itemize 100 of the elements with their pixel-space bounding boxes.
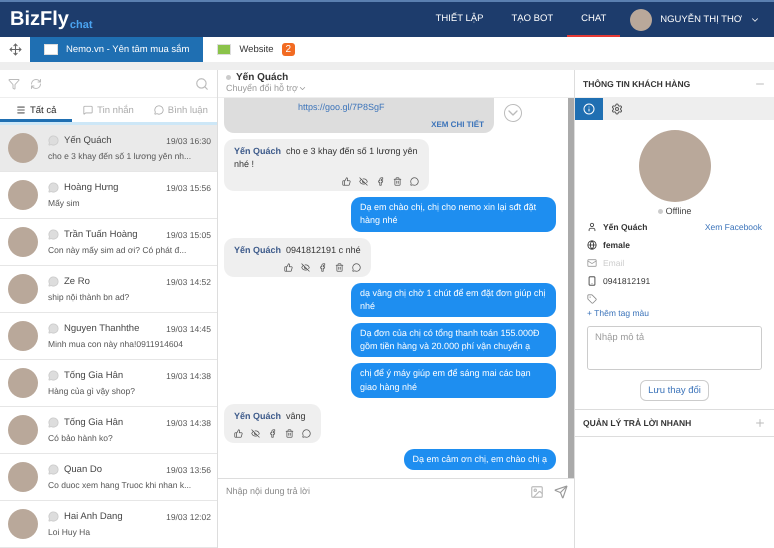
contact-name: Tống Gia Hân [64, 370, 124, 381]
message-icon [48, 370, 59, 381]
message-icon [48, 135, 59, 146]
message-icon [48, 276, 59, 287]
facebook-icon[interactable] [376, 177, 385, 186]
outgoing-message: Dạ đơn của chị có tổng thanh toán 155.000Đ gồm tiền hàng và 20.000 phí vận chuyển ạ [351, 323, 556, 358]
hide-icon[interactable] [359, 177, 368, 186]
customer-name: Yến Quách [603, 222, 648, 232]
user-name[interactable]: NGUYỄN THỊ THƠ [660, 14, 742, 25]
mail-icon [587, 258, 597, 268]
send-icon[interactable] [554, 485, 568, 499]
contact-name: Hai Anh Dang [64, 511, 124, 522]
like-icon[interactable] [342, 177, 351, 186]
message-icon [48, 323, 59, 334]
message-icon [48, 229, 59, 240]
reply-icon[interactable] [410, 177, 419, 186]
message-time: 19/03 14:38 [166, 370, 211, 380]
message-icon [48, 417, 59, 428]
status-text: Offline [658, 206, 692, 216]
count-badge: 2 [282, 43, 296, 56]
avatar-placeholder [8, 368, 38, 398]
message-icon [48, 464, 59, 475]
contact-name: Nguyen Thanhthe [64, 323, 140, 334]
user-avatar [630, 8, 652, 30]
customer-phone: 0941812191 [603, 276, 650, 286]
trash-icon[interactable] [334, 262, 344, 272]
reply-icon[interactable] [352, 262, 361, 272]
outgoing-message: dạ vâng chị chờ 1 chút để em đặt đơn giúp chị nhé [351, 282, 556, 318]
page-icon [217, 44, 232, 55]
link[interactable]: https://goo.gl/7P8SgF [298, 102, 484, 112]
message-time: 19/03 16:30 [166, 136, 211, 146]
panel-title: QUẢN LÝ TRẢ LỜI NHANH [583, 418, 692, 428]
chat-contact-name: Yến Quách [226, 72, 566, 83]
settings-icon [611, 103, 623, 115]
move-icon[interactable] [8, 43, 22, 56]
conversation-item[interactable]: Yến Quách 19/03 16:30 cho e 3 khay đến số 1 lương yên nh... [0, 125, 217, 172]
tag-icon [587, 294, 597, 304]
message-preview: Có bảo hành ko? [48, 433, 114, 443]
trash-icon[interactable] [285, 428, 294, 438]
message-preview: ship nội thành bn ad? [48, 292, 130, 302]
contact-name: Ze Ro [64, 276, 91, 287]
message-time: 19/03 14:45 [166, 324, 211, 334]
trash-icon[interactable] [393, 177, 402, 186]
facebook-link[interactable]: Xem Facebook [704, 222, 762, 232]
incoming-message: Yến Quách cho e 3 khay đến số 1 lương yên nhé ! [224, 139, 429, 192]
incoming-message: Yến Quách vâng [224, 404, 321, 443]
nav-link[interactable]: TẠO BOT [497, 2, 568, 37]
message-preview: Hàng của gì vậy shop? [48, 386, 136, 396]
message-preview: Minh mua con này nha!0911914604 [48, 339, 184, 349]
avatar-placeholder [8, 180, 38, 210]
message-preview: Loi Huy Ha [48, 527, 92, 537]
message-preview: Co duoc xem hang Truoc khi nhan k... [48, 480, 192, 490]
description-field[interactable]: Nhập mô tả [587, 326, 762, 370]
nav-link[interactable]: THIẾT LẬP [422, 2, 498, 37]
message-preview: Mấy sim [48, 198, 81, 208]
message-preview: cho e 3 khay đến số 1 lương yên nh... [48, 151, 192, 161]
hide-icon[interactable] [300, 262, 310, 272]
message-time: 19/03 15:05 [166, 230, 211, 240]
tab-icon [16, 105, 26, 115]
outgoing-message: Dạ em chào chị, chị cho nemo xin lại sđt đặt hàng nhé [351, 197, 556, 232]
contact-name: Tống Gia Hân [64, 417, 124, 428]
incoming-message: Yến Quách 0941812191 c nhé [224, 238, 371, 277]
avatar-placeholder [8, 274, 38, 304]
message-preview: Con này mấy sim ad ơi? Có phát đ... [48, 245, 188, 255]
contact-name: Quan Do [64, 464, 104, 475]
message-time: 19/03 13:56 [166, 464, 211, 474]
hide-icon[interactable] [251, 428, 260, 438]
facebook-icon[interactable] [268, 428, 277, 438]
info-tab[interactable] [575, 98, 603, 120]
avatar-placeholder [8, 462, 38, 492]
avatar-placeholder [8, 133, 38, 163]
details-link[interactable]: XEM CHI TIẾT [431, 120, 484, 129]
facebook-icon[interactable] [318, 262, 327, 272]
user-icon [587, 222, 597, 232]
phone-icon [587, 276, 597, 286]
like-icon[interactable] [284, 262, 293, 272]
save-button[interactable]: Lưu thay đổi [640, 380, 709, 401]
message-icon [48, 182, 59, 193]
message-time: 19/03 14:38 [166, 418, 211, 428]
message-time: 19/03 12:02 [166, 512, 211, 522]
reply-icon[interactable] [302, 428, 311, 438]
avatar-placeholder [8, 321, 38, 351]
contact-name: Yến Quách [64, 135, 113, 146]
avatar-placeholder [8, 227, 38, 257]
avatar-placeholder [8, 415, 38, 445]
like-icon[interactable] [234, 428, 243, 438]
customer-gender: female [603, 240, 630, 250]
info-icon [583, 103, 595, 115]
status-dot [226, 75, 231, 80]
outgoing-message: Dạ em cảm ơn chị, em chào chị ạ [404, 448, 556, 470]
outgoing-message: chị để ý máy giúp em để sáng mai các bạn giao hàng nhé [351, 363, 556, 398]
avatar-placeholder [8, 509, 38, 539]
message-time: 19/03 14:52 [166, 276, 211, 286]
add-tag-link[interactable]: + Thêm tag màu [587, 308, 762, 318]
message-icon [48, 511, 59, 522]
page-tab[interactable]: Nemo.vn - Yên tâm mua sắm [30, 37, 204, 62]
tab-icon [154, 105, 164, 115]
message-time: 19/03 15:56 [166, 182, 211, 192]
page-icon [44, 44, 58, 55]
contact-name: Hoàng Hưng [64, 182, 120, 193]
